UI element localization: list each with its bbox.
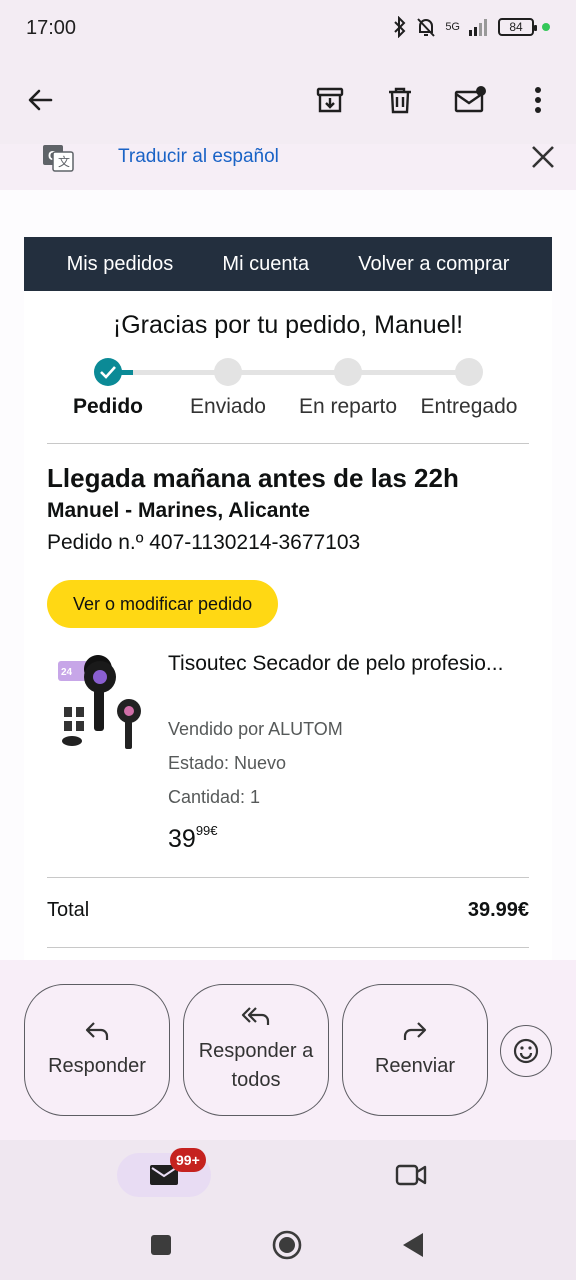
divider	[47, 947, 529, 948]
product-image[interactable]: 24	[54, 655, 146, 751]
nav-buy-again[interactable]: Volver a comprar	[358, 253, 509, 276]
order-number: Pedido n.º 407-1130214-3677103	[47, 531, 361, 554]
svg-text:文: 文	[58, 154, 70, 169]
step-dot-shipped	[214, 358, 242, 386]
status-time: 17:00	[26, 17, 77, 39]
step-label-delivered: Entregado	[420, 395, 518, 418]
translate-icon: G文	[43, 145, 74, 172]
product-name[interactable]: Tisoutec Secador de pelo profesio...	[168, 647, 508, 680]
product-seller: Vendido por ALUTOM	[168, 719, 343, 739]
step-label-out-for-delivery: En reparto	[298, 395, 398, 418]
greeting-title: ¡Gracias por tu pedido, Manuel!	[112, 311, 464, 339]
check-icon	[100, 366, 116, 379]
status-icons: 5G 84	[393, 16, 550, 38]
bottom-navigation: 99+	[0, 1140, 576, 1210]
silent-bell-icon	[417, 18, 436, 37]
progress-track	[108, 370, 481, 375]
back-arrow-icon[interactable]	[18, 78, 62, 122]
reply-icon	[85, 1021, 109, 1040]
step-label-shipped: Enviado	[190, 395, 266, 418]
close-icon[interactable]	[530, 144, 556, 170]
divider	[47, 443, 529, 444]
total-label: Total	[47, 899, 90, 921]
status-bar: 17:00 5G 84	[0, 0, 576, 58]
top-app-bar	[0, 58, 576, 144]
home-icon[interactable]	[272, 1230, 302, 1260]
reply-button[interactable]: Responder	[24, 984, 170, 1116]
arrival-heading: Llegada mañana antes de las 22h	[47, 463, 459, 493]
divider	[47, 877, 529, 878]
email-body: Mis pedidos Mi cuenta Volver a comprar ¡…	[0, 190, 576, 960]
price-integer: 39	[168, 825, 196, 853]
order-card: Mis pedidos Mi cuenta Volver a comprar ¡…	[24, 237, 552, 960]
reply-all-button[interactable]: Responder a todos	[183, 984, 329, 1116]
delivery-address: Manuel - Marines, Alicante	[47, 499, 310, 522]
nav-my-orders[interactable]: Mis pedidos	[67, 253, 174, 276]
order-progress: Pedido Enviado En reparto Entregado	[24, 357, 552, 427]
meet-video-icon[interactable]	[394, 1160, 428, 1190]
forward-label: Reenviar	[374, 1054, 456, 1077]
total-value: 39.99€	[467, 899, 529, 921]
step-dot-out-for-delivery	[334, 358, 362, 386]
bluetooth-icon	[394, 16, 406, 38]
reply-all-label: Responder a todos	[198, 1040, 314, 1091]
view-order-button[interactable]: Ver o modificar pedido	[47, 580, 279, 628]
nav-my-account[interactable]: Mi cuenta	[222, 253, 309, 276]
more-vert-icon[interactable]	[516, 78, 560, 122]
svg-text:24: 24	[61, 667, 73, 678]
signal-icon	[469, 19, 487, 36]
unread-badge: 99+	[170, 1148, 206, 1172]
battery-icon: 84	[498, 18, 537, 36]
delete-icon[interactable]	[378, 78, 422, 122]
translate-link[interactable]: Traducir al español	[118, 146, 279, 168]
product-condition: Estado: Nuevo	[168, 753, 287, 773]
translate-bar: G文 Traducir al español	[0, 144, 576, 190]
system-navigation-bar	[0, 1210, 576, 1280]
recents-icon[interactable]	[150, 1234, 172, 1256]
archive-icon[interactable]	[308, 78, 352, 122]
forward-icon	[403, 1021, 427, 1040]
step-label-ordered: Pedido	[72, 395, 143, 418]
smiley-icon	[513, 1038, 539, 1064]
emoji-reaction-button[interactable]	[500, 1025, 552, 1077]
product-quantity: Cantidad: 1	[168, 787, 261, 807]
step-dot-ordered	[94, 358, 122, 386]
product-price: 3999€	[168, 823, 218, 854]
network-label: 5G	[445, 21, 460, 33]
reply-actions: Responder Responder a todos Reenviar	[0, 960, 576, 1140]
reply-label: Responder	[48, 1054, 146, 1077]
privacy-dot	[542, 23, 550, 31]
price-decimals: 99€	[195, 823, 218, 838]
amazon-nav: Mis pedidos Mi cuenta Volver a comprar	[24, 237, 552, 291]
reply-all-icon	[241, 1007, 270, 1025]
mark-unread-icon[interactable]	[448, 78, 492, 122]
back-nav-icon[interactable]	[402, 1232, 424, 1258]
forward-button[interactable]: Reenviar	[342, 984, 488, 1116]
step-dot-delivered	[455, 358, 483, 386]
